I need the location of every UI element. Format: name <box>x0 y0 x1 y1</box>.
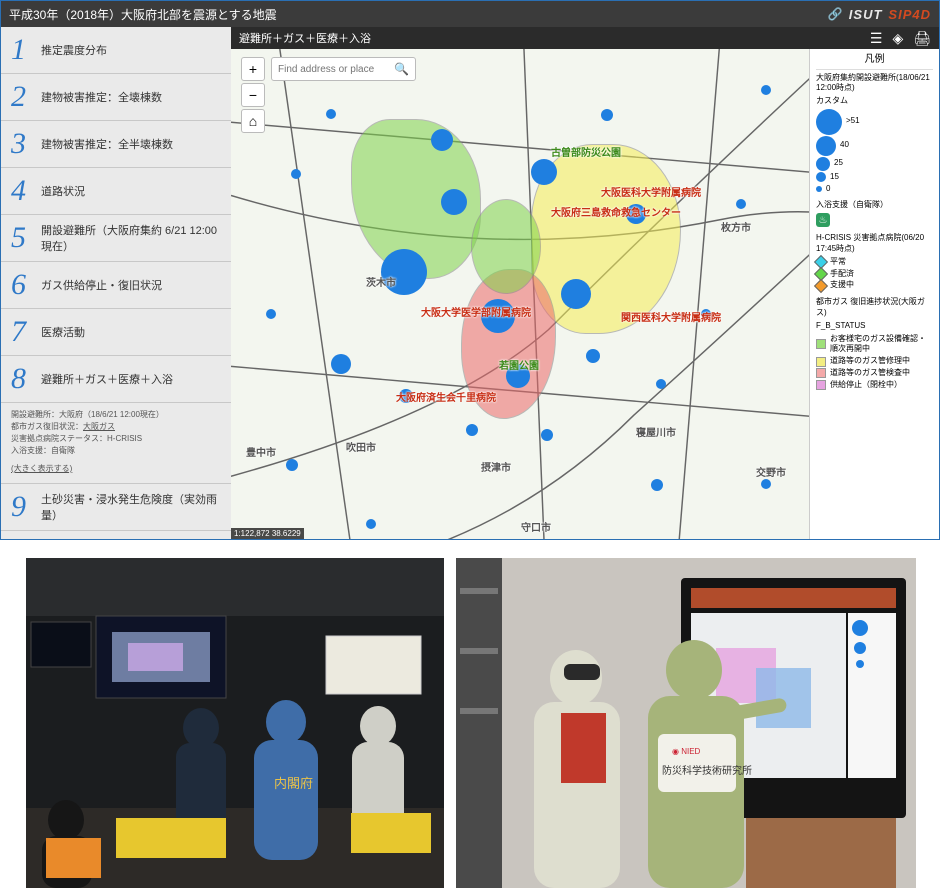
page-title: 平成30年（2018年）大阪府北部を震源とする地震 <box>9 6 277 23</box>
home-button[interactable]: ⌂ <box>241 109 265 133</box>
search-input[interactable] <box>278 59 388 79</box>
sidebar-item-label: 道路状況 <box>41 183 221 199</box>
sidebar-item-4-road[interactable]: 4 道路状況 <box>1 168 231 215</box>
link-osakagas[interactable]: 大阪ガス <box>83 422 115 431</box>
svg-text:内閣府: 内閣府 <box>274 776 313 791</box>
sidebar-item-label: 推定震度分布 <box>41 42 221 58</box>
search-box: 🔍 <box>271 57 416 81</box>
label-seifusenri: 大阪府済生会千里病院 <box>396 389 496 404</box>
sidebar-notes: 開設避難所：大阪府（18/6/21 12:00現在） 都市ガス復旧状況：大阪ガス… <box>1 403 231 484</box>
zoom-out-button[interactable]: − <box>241 83 265 107</box>
sidebar-item-6-gas[interactable]: 6 ガス供給停止・復旧状況 <box>1 262 231 309</box>
logo-sip: SIP4D <box>888 7 931 22</box>
sidebar-item-label: 開設避難所（大阪府集約 6/21 12:00現在） <box>41 222 221 254</box>
print-icon[interactable]: 🖨 <box>913 30 931 47</box>
title-bar: 平成30年（2018年）大阪府北部を震源とする地震 🔗 ISUT SIP4D <box>1 1 939 27</box>
label-ibaraki: 茨木市 <box>366 274 396 289</box>
sidebar-item-5-shelter[interactable]: 5 開設避難所（大阪府集約 6/21 12:00現在） <box>1 215 231 262</box>
legend-panel: 凡例 大阪府集約開設避難所(18/06/21 12:00時点) カスタム >51… <box>809 49 939 539</box>
sidebar-item-label: 土砂災害・浸水発生危険度（実効雨量） <box>41 491 221 523</box>
label-mishima: 大阪府三島救命救急センター <box>551 204 681 219</box>
sidebar-item-label: ガス供給停止・復旧状況 <box>41 277 221 293</box>
label-kansaimed: 関西医科大学附属病院 <box>621 309 721 324</box>
link-expand[interactable]: (大きく表示する) <box>11 464 72 473</box>
label-moriguchi: 守口市 <box>521 519 551 534</box>
layers-icon[interactable]: ◈ <box>892 30 903 47</box>
sidebar-item-label: 建物被害推定：全半壊棟数 <box>41 136 221 152</box>
label-katano: 交野市 <box>756 464 786 479</box>
legend-icon[interactable]: ☰ <box>870 30 883 47</box>
label-kosomo: 古曽部防災公園 <box>551 144 621 159</box>
label-toyonaka: 豊中市 <box>246 444 276 459</box>
logo-isut: ISUT <box>849 7 883 22</box>
search-icon[interactable]: 🔍 <box>394 62 409 76</box>
label-neya: 寝屋川市 <box>636 424 676 439</box>
link-icon[interactable]: 🔗 <box>828 7 843 21</box>
sidebar-item-label: 避難所＋ガス＋医療＋入浴 <box>41 371 221 387</box>
label-hirakata: 枚方市 <box>721 219 751 234</box>
sidebar-item-8-combined[interactable]: 8 避難所＋ガス＋医療＋入浴 <box>1 356 231 403</box>
app-window: 平成30年（2018年）大阪府北部を震源とする地震 🔗 ISUT SIP4D 1… <box>0 0 940 540</box>
sidebar-item-label: 建物被害推定：全壊棟数 <box>41 89 221 105</box>
photo-touch-display: ◉ NIED 防災科学技術研究所 <box>456 558 916 888</box>
map-credits: 1:122,872 38.6229 <box>231 528 304 539</box>
sidebar-item-1-shindo[interactable]: 1 推定震度分布 <box>1 27 231 74</box>
legend-title: 凡例 <box>816 53 933 70</box>
label-settsu: 摂津市 <box>481 459 511 474</box>
svg-text:◉ NIED: ◉ NIED <box>672 747 701 756</box>
sidebar-item-label: 医療活動 <box>41 324 221 340</box>
sidebar-item-7-medical[interactable]: 7 医療活動 <box>1 309 231 356</box>
svg-text:防災科学技術研究所: 防災科学技術研究所 <box>662 764 752 777</box>
sidebar: 1 推定震度分布 2 建物被害推定：全壊棟数 3 建物被害推定：全半壊棟数 4 … <box>1 27 231 539</box>
hotspring-icon: ♨ <box>816 213 830 227</box>
map-viewport[interactable]: + − ⌂ 🔍 <box>231 49 939 539</box>
map-title-bar: 避難所＋ガス＋医療＋入浴 ☰ ◈ 🖨 <box>231 27 939 49</box>
map-panel: 避難所＋ガス＋医療＋入浴 ☰ ◈ 🖨 <box>231 27 939 539</box>
map-title: 避難所＋ガス＋医療＋入浴 <box>239 30 371 46</box>
label-suita: 吹田市 <box>346 439 376 454</box>
sidebar-item-3-zenhankai[interactable]: 3 建物被害推定：全半壊棟数 <box>1 121 231 168</box>
photo-ops-center: 内閣府 <box>26 558 444 888</box>
sidebar-item-9-dosha[interactable]: 9 土砂災害・浸水発生危険度（実効雨量） <box>1 484 231 531</box>
label-wakazono: 若園公園 <box>499 357 539 372</box>
label-osakamed: 大阪医科大学附属病院 <box>601 184 701 199</box>
label-osakauniho: 大阪大学医学部附属病院 <box>421 304 531 319</box>
sidebar-item-2-zenkai[interactable]: 2 建物被害推定：全壊棟数 <box>1 74 231 121</box>
